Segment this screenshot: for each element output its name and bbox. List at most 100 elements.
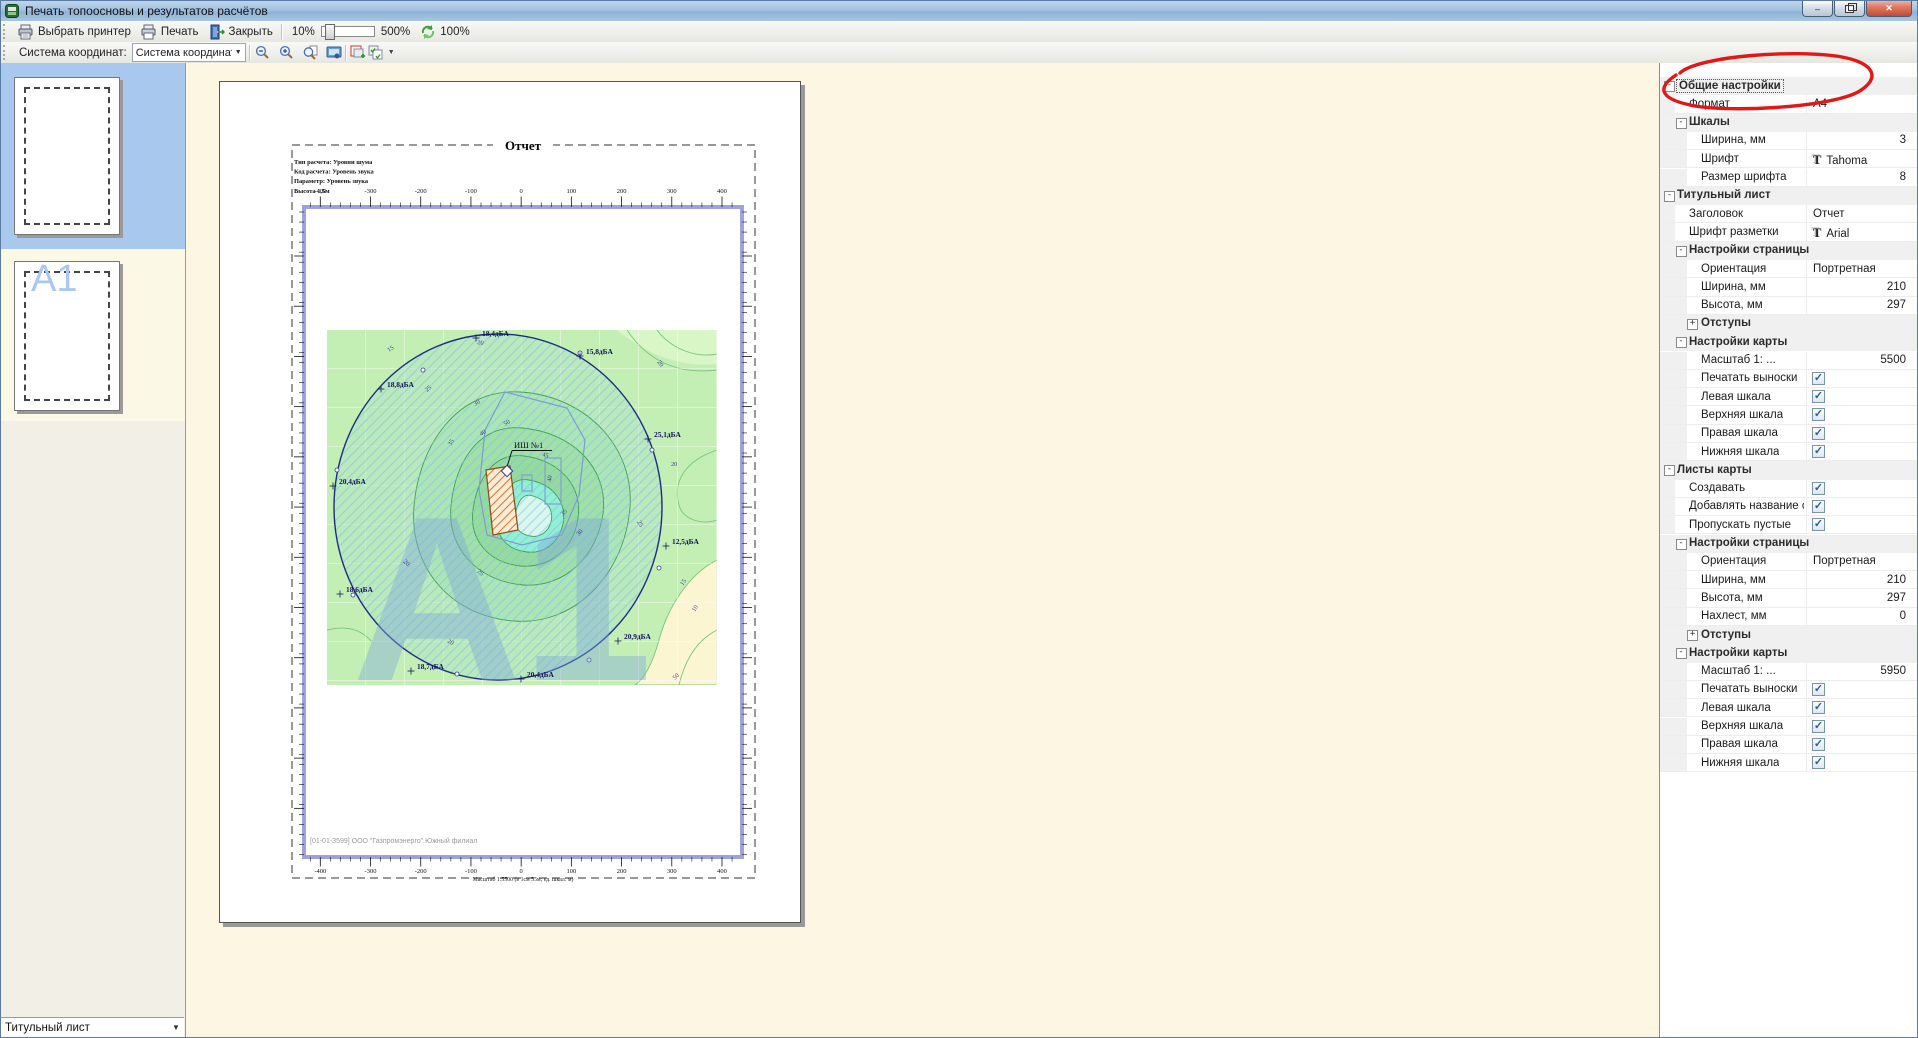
property-value[interactable]: Портретная (1813, 555, 1876, 567)
checkbox-checked[interactable]: ✓ (1812, 500, 1825, 513)
property-value[interactable]: 297 (1887, 592, 1906, 604)
property-row[interactable]: Размер шрифта8 (1660, 169, 1917, 187)
property-group-row[interactable]: -Общие настройки (1660, 77, 1917, 95)
property-font-value[interactable]: TArial (1813, 226, 1849, 241)
property-row[interactable]: Пропускать пустые✓ (1660, 516, 1917, 534)
property-row[interactable]: Нижняя шкала✓ (1660, 443, 1917, 461)
expand-icon[interactable]: + (1687, 319, 1698, 330)
property-row[interactable]: ОриентацияПортретная (1660, 553, 1917, 571)
property-value[interactable]: Отчет (1813, 208, 1845, 220)
property-group-row[interactable]: -Настройки карты (1660, 333, 1917, 351)
thumbnail-title-page[interactable] (1, 63, 185, 249)
zoom-slider-thumb[interactable] (325, 24, 335, 40)
property-row[interactable]: Левая шкала✓ (1660, 388, 1917, 406)
combo-arrow-icon[interactable]: ▼ (232, 44, 245, 61)
property-value[interactable]: 210 (1887, 281, 1906, 293)
property-row[interactable]: Правая шкала✓ (1660, 425, 1917, 443)
collapse-icon[interactable]: - (1664, 465, 1675, 476)
sheet-combo-arrow-icon[interactable]: ▼ (168, 1023, 184, 1032)
property-row[interactable]: ФорматA4 (1660, 95, 1917, 113)
zoom-out-icon[interactable] (254, 45, 270, 61)
thumbnail-map-sheet-page[interactable]: A1 (14, 261, 120, 411)
close-button[interactable]: ✕ (1866, 1, 1912, 17)
restore-button[interactable] (1834, 1, 1865, 17)
property-group-row[interactable]: -Настройки карты (1660, 644, 1917, 662)
property-group-row[interactable]: -Шкалы (1660, 114, 1917, 132)
fit-screen-icon[interactable] (326, 45, 342, 61)
checkbox-checked[interactable]: ✓ (1812, 445, 1825, 458)
property-group-row[interactable]: +Отступы (1660, 626, 1917, 644)
checkbox-checked[interactable]: ✓ (1812, 701, 1825, 714)
checkbox-checked[interactable]: ✓ (1812, 372, 1825, 385)
thumbnail-map-sheet[interactable]: A1 (1, 249, 185, 421)
property-value[interactable]: 297 (1887, 299, 1906, 311)
zoom-slider[interactable] (321, 26, 375, 37)
property-row[interactable]: Добавлять название ст✓ (1660, 498, 1917, 516)
collapse-icon[interactable]: - (1664, 191, 1675, 202)
property-row[interactable]: Левая шкала✓ (1660, 699, 1917, 717)
checkbox-checked[interactable]: ✓ (1812, 390, 1825, 403)
collapse-icon[interactable]: - (1676, 118, 1687, 129)
property-row[interactable]: Ширина, мм3 (1660, 132, 1917, 150)
property-group-row[interactable]: -Титульный лист (1660, 187, 1917, 205)
thumbnail-title-page-sheet[interactable] (14, 77, 120, 235)
zoom-page-icon[interactable] (302, 45, 318, 61)
property-row[interactable]: Ширина, мм210 (1660, 278, 1917, 296)
property-row[interactable]: Высота, мм297 (1660, 297, 1917, 315)
property-row[interactable]: Ширина, мм210 (1660, 571, 1917, 589)
property-row[interactable]: Нахлест, мм0 (1660, 608, 1917, 626)
checkbox-checked[interactable]: ✓ (1812, 408, 1825, 421)
property-row[interactable]: Печатать выноски✓ (1660, 681, 1917, 699)
checkbox-checked[interactable]: ✓ (1812, 427, 1825, 440)
checkbox-checked[interactable]: ✓ (1812, 482, 1825, 495)
checkbox-checked[interactable]: ✓ (1812, 683, 1825, 696)
property-row[interactable]: Печатать выноски✓ (1660, 370, 1917, 388)
property-value[interactable]: 5500 (1880, 354, 1906, 366)
expand-icon[interactable]: + (1687, 630, 1698, 641)
property-value[interactable]: 5950 (1880, 665, 1906, 677)
select-printer-button[interactable]: Выбрать принтер (13, 22, 136, 42)
checkbox-checked[interactable]: ✓ (1812, 738, 1825, 751)
property-row[interactable]: Правая шкала✓ (1660, 736, 1917, 754)
coord-system-select[interactable]: Система координат пр ▼ (132, 43, 246, 62)
property-row[interactable]: Шрифт разметкиTArial (1660, 223, 1917, 241)
sheet-selector-combo[interactable]: Титульный лист ▼ (1, 1017, 184, 1037)
print-button[interactable]: Печать (136, 22, 204, 42)
property-row[interactable]: Создавать✓ (1660, 480, 1917, 498)
property-row[interactable]: Нижняя шкала✓ (1660, 754, 1917, 772)
collapse-icon[interactable]: - (1676, 648, 1687, 659)
property-row[interactable]: ШрифтTTahoma (1660, 150, 1917, 168)
property-value[interactable]: 8 (1900, 171, 1906, 183)
property-row[interactable]: ЗаголовокОтчет (1660, 205, 1917, 223)
property-value[interactable]: Портретная (1813, 263, 1876, 275)
add-frames-icon[interactable] (350, 45, 366, 61)
preview-canvas[interactable]: -400-400-300-300-200-200-100-10000100100… (186, 63, 1660, 1037)
collapse-icon[interactable]: - (1676, 539, 1687, 550)
zoom-in-icon[interactable] (278, 45, 294, 61)
minimize-button[interactable]: – (1802, 1, 1833, 17)
toolbar-grip2[interactable] (3, 45, 10, 60)
refresh-zoom-icon[interactable] (420, 24, 436, 40)
property-row[interactable]: ОриентацияПортретная (1660, 260, 1917, 278)
property-value[interactable]: 210 (1887, 574, 1906, 586)
property-row[interactable]: Верхняя шкала✓ (1660, 718, 1917, 736)
frames-options-button[interactable]: ▼ (366, 43, 397, 63)
property-row[interactable]: Масштаб 1: ...5500 (1660, 352, 1917, 370)
property-group-row[interactable]: +Отступы (1660, 315, 1917, 333)
property-value[interactable]: 0 (1900, 610, 1906, 622)
property-group-row[interactable]: -Настройки страницы (1660, 535, 1917, 553)
close-preview-button[interactable]: Закрыть (204, 22, 278, 42)
property-row[interactable]: Верхняя шкала✓ (1660, 406, 1917, 424)
collapse-icon[interactable]: - (1676, 337, 1687, 348)
property-group-row[interactable]: -Настройки страницы (1660, 242, 1917, 260)
collapse-icon[interactable]: - (1664, 81, 1675, 92)
collapse-icon[interactable]: - (1676, 246, 1687, 257)
property-value[interactable]: A4 (1813, 98, 1827, 110)
property-font-value[interactable]: TTahoma (1813, 153, 1867, 168)
property-row[interactable]: Масштаб 1: ...5950 (1660, 663, 1917, 681)
checkbox-checked[interactable]: ✓ (1812, 720, 1825, 733)
titlebar[interactable]: Печать топоосновы и результатов расчётов… (1, 1, 1917, 22)
checkbox-checked[interactable]: ✓ (1812, 756, 1825, 769)
checkbox-checked[interactable]: ✓ (1812, 518, 1825, 531)
toolbar-grip[interactable] (3, 24, 10, 39)
